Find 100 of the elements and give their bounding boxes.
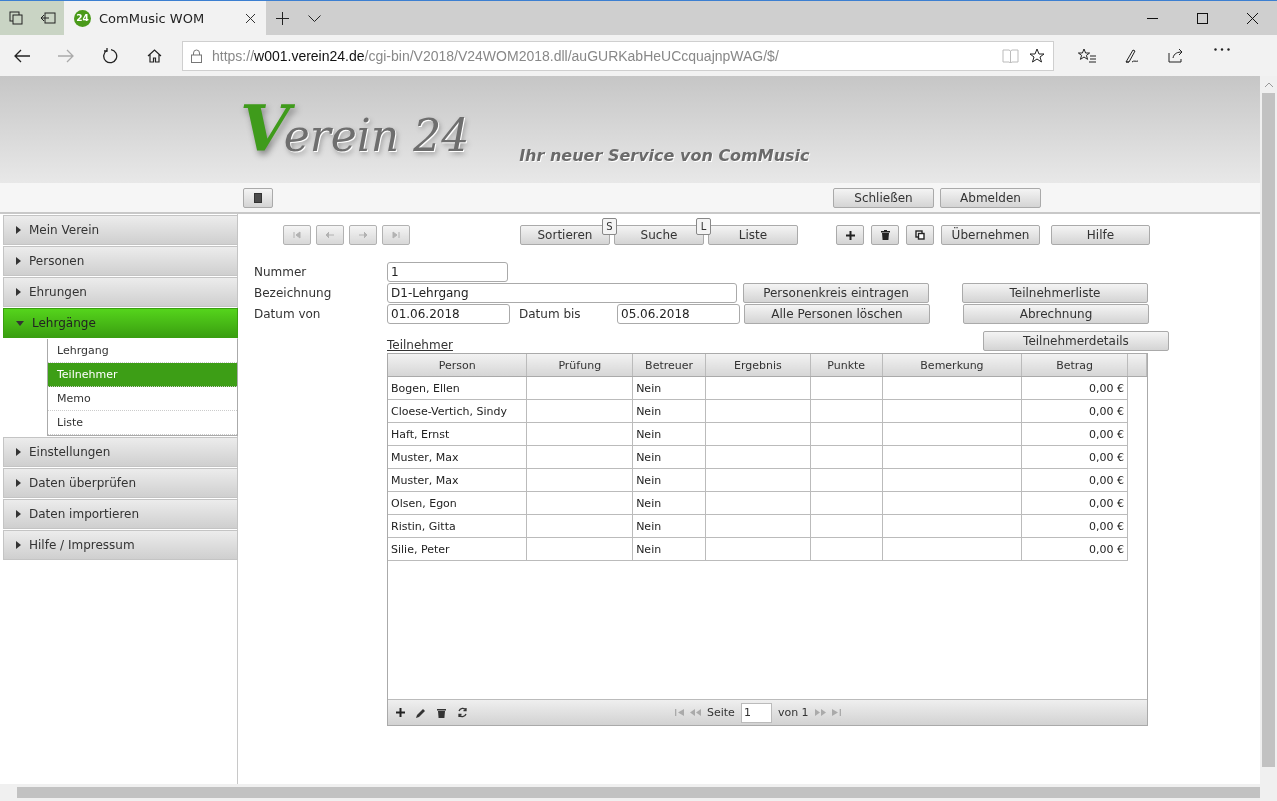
table-cell: Nein — [632, 376, 706, 400]
action-button[interactable]: Personenkreis eintragen — [743, 282, 929, 303]
table-cell: Nein — [632, 514, 706, 538]
sidebar-item[interactable]: Lehrgänge — [3, 308, 238, 338]
column-header[interactable]: Person — [388, 354, 527, 377]
table-cell: 0,00 € — [1021, 514, 1128, 538]
caret-right-icon — [16, 257, 21, 265]
favorites-list-icon[interactable] — [1077, 47, 1096, 63]
caret-right-icon — [16, 510, 21, 518]
page-count: von 1 — [777, 706, 809, 719]
minimize-icon[interactable] — [1146, 17, 1158, 19]
table-cell: Nein — [632, 445, 706, 469]
address-bar[interactable]: https://w001.verein24.de/cgi-bin/V2018/V24WOM2018.dll/auGURKabHeUCcquajnpWAG/$/ — [182, 40, 1054, 71]
lock-icon — [191, 48, 202, 63]
top-button[interactable]: Schließen — [833, 187, 934, 208]
site-icon: 24 — [74, 9, 91, 27]
sidebar-subitem[interactable]: Memo — [48, 387, 237, 411]
star-icon[interactable] — [1029, 47, 1045, 64]
horizontal-scrollbar[interactable] — [0, 784, 1277, 801]
input-field[interactable]: D1-Lehrgang — [387, 282, 737, 303]
delete-button[interactable] — [871, 225, 899, 245]
menu-toggle-button[interactable] — [243, 187, 273, 208]
column-header[interactable]: Betreuer — [632, 354, 706, 377]
action-button[interactable]: Teilnehmerliste — [962, 282, 1148, 303]
table-cell: 0,00 € — [1021, 445, 1128, 469]
table-cell: Muster, Max — [388, 445, 527, 469]
column-header[interactable]: Prüfung — [526, 354, 633, 377]
view-button[interactable]: Liste — [708, 225, 798, 245]
column-header[interactable]: Punkte — [810, 354, 883, 377]
trash-icon[interactable] — [437, 707, 446, 718]
input-field[interactable]: 1 — [387, 261, 508, 282]
chevron-down-icon[interactable] — [307, 14, 321, 22]
pen-icon[interactable] — [1123, 47, 1140, 64]
column-header[interactable]: Ergebnis — [705, 354, 811, 377]
sidebar-item[interactable]: Ehrungen — [3, 277, 238, 307]
caret-right-icon — [16, 288, 21, 296]
close-icon[interactable] — [245, 12, 256, 24]
column-header[interactable]: Bemerkung — [882, 354, 1022, 377]
back-icon[interactable] — [14, 48, 30, 63]
hotkey-badge: L — [696, 218, 711, 235]
sidebar-item[interactable]: Einstellungen — [3, 437, 238, 467]
sidebar-subitem[interactable]: Liste — [48, 411, 237, 435]
table-cell: Silie, Peter — [388, 537, 527, 561]
top-button[interactable]: Abmelden — [940, 187, 1041, 208]
action-button[interactable]: Hilfe — [1051, 225, 1150, 245]
sidebar-item[interactable]: Hilfe / Impressum — [3, 530, 238, 560]
copy-button[interactable] — [906, 225, 934, 245]
input-field[interactable]: 01.06.2018 — [387, 303, 510, 324]
table-cell: 0,00 € — [1021, 376, 1128, 400]
sidebar-item[interactable]: Personen — [3, 246, 238, 276]
refresh-icon[interactable] — [102, 47, 118, 64]
set-aside-tabs-icon[interactable] — [40, 12, 56, 24]
sidebar-item[interactable]: Daten überprüfen — [3, 468, 238, 498]
new-tab-icon[interactable] — [275, 11, 289, 25]
caret-right-icon — [16, 226, 21, 234]
home-icon[interactable] — [146, 48, 162, 63]
field-label: Datum bis — [519, 306, 582, 321]
table-cell: 0,00 € — [1021, 468, 1128, 492]
action-button[interactable]: Abrechnung — [963, 303, 1149, 324]
table-cell: Nein — [632, 399, 706, 423]
table-cell: Nein — [632, 537, 706, 561]
maximize-icon[interactable] — [1196, 12, 1208, 24]
more-icon[interactable] — [1213, 47, 1230, 51]
browser-tab[interactable]: 24 ComMusic WOM — [64, 1, 266, 35]
plus-icon[interactable] — [396, 708, 405, 717]
add-button[interactable] — [836, 225, 864, 245]
caret-down-icon — [16, 320, 24, 326]
caret-right-icon — [16, 541, 21, 549]
sidebar-item[interactable]: Mein Verein — [3, 215, 238, 245]
hotkey-badge: S — [602, 218, 617, 235]
copy-icon — [915, 230, 925, 240]
refresh-icon[interactable] — [457, 707, 468, 718]
action-button[interactable]: Übernehmen — [941, 225, 1040, 245]
page-label: Seite — [707, 706, 735, 719]
table-cell: Nein — [632, 491, 706, 515]
skip-last-icon — [391, 231, 401, 239]
arrow-left-icon — [325, 231, 335, 239]
input-field[interactable]: 05.06.2018 — [617, 303, 740, 324]
sidebar-item[interactable]: Daten importieren — [3, 499, 238, 529]
tagline: Ihr neuer Service von ComMusic — [519, 146, 810, 165]
skip-first-icon — [292, 231, 302, 239]
action-button[interactable]: Alle Personen löschen — [744, 303, 930, 324]
table-cell: 0,00 € — [1021, 399, 1128, 423]
trash-icon — [880, 230, 890, 240]
table-cell: Haft, Ernst — [388, 422, 527, 446]
pencil-icon[interactable] — [416, 707, 426, 718]
share-icon[interactable] — [1168, 47, 1185, 63]
close-icon[interactable] — [1246, 12, 1258, 24]
action-button[interactable]: Teilnehmerdetails — [982, 331, 1169, 351]
page-input[interactable]: 1 — [740, 702, 772, 723]
arrow-right-icon — [358, 231, 368, 239]
table-cell: Bogen, Ellen — [388, 376, 527, 400]
table-cell: Muster, Max — [388, 468, 527, 492]
field-label: Datum von — [254, 306, 322, 321]
menu-icon — [254, 192, 262, 203]
column-header[interactable]: Betrag — [1021, 354, 1128, 377]
plus-icon — [845, 230, 855, 240]
table-cell: Nein — [632, 422, 706, 446]
logo: Verein 24 — [240, 97, 470, 161]
tabs-icon[interactable] — [9, 11, 23, 25]
